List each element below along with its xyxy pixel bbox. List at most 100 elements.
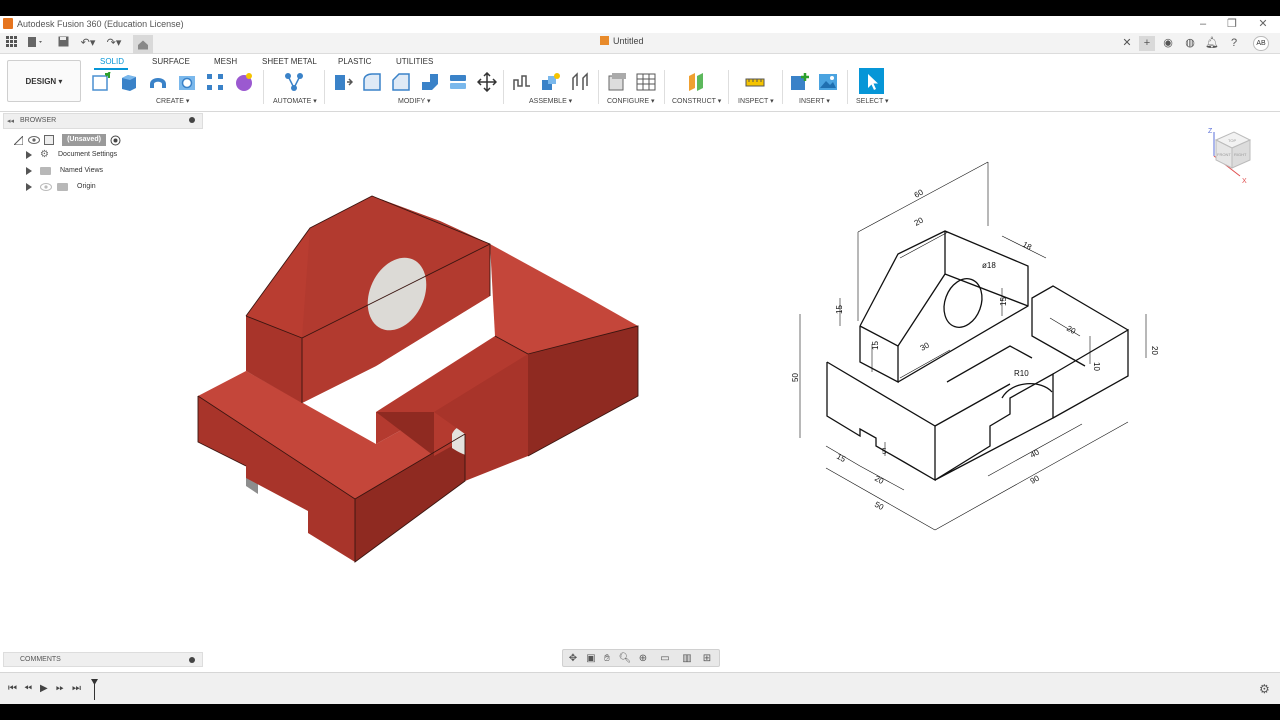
viewports-icon[interactable]: ⊞ — [699, 653, 715, 664]
pan-icon[interactable]: ✋︎ — [599, 653, 615, 664]
drawing-hole — [943, 278, 983, 328]
construct-group-label[interactable]: CONSTRUCT ▾ — [672, 97, 721, 105]
automate-group-label[interactable]: AUTOMATE ▾ — [273, 97, 317, 105]
dim-label: 30 — [919, 340, 932, 352]
orbit-icon[interactable]: ✥ — [565, 653, 581, 664]
configure-group-label[interactable]: CONFIGURE ▾ — [607, 97, 654, 105]
home-tab[interactable] — [133, 35, 153, 54]
select-tool-button[interactable] — [859, 68, 884, 94]
offset-plane-icon[interactable] — [686, 72, 706, 92]
quick-access-bar: ↶▾ ↷▾ Untitled ✕ + ◉ ◍ 🔔︎ ? AB — [0, 33, 1280, 54]
combine-icon[interactable] — [448, 72, 468, 92]
timeline-start-icon[interactable]: ⏮︎ — [8, 683, 17, 694]
fillet-icon[interactable] — [362, 72, 382, 92]
collapse-browser-icon[interactable]: ◂◂ — [7, 117, 14, 125]
select-group-label[interactable]: SELECT ▾ — [856, 97, 889, 105]
workspace-switcher-button[interactable]: DESIGN ▾ — [7, 60, 81, 102]
as-built-joint-icon[interactable] — [570, 72, 590, 92]
activate-radio-icon[interactable] — [110, 135, 121, 146]
inspect-group-label[interactable]: INSPECT ▾ — [738, 97, 774, 105]
browser-item-named-views[interactable]: Named Views — [24, 164, 194, 178]
close-tab-icon[interactable]: ✕ — [1120, 36, 1134, 51]
visibility-eye-icon[interactable] — [28, 136, 40, 144]
notifications-icon[interactable]: 🔔︎ — [1205, 36, 1219, 51]
timeline-play-icon[interactable]: ▶ — [40, 683, 48, 694]
browser-panel-header[interactable]: ◂◂ BROWSER — [3, 113, 203, 129]
extensions-icon[interactable]: ◉ — [1161, 36, 1175, 51]
press-pull-icon[interactable] — [333, 72, 353, 92]
expand-triangle-icon[interactable] — [26, 151, 32, 159]
modify-group-label[interactable]: MODIFY ▾ — [398, 97, 431, 105]
restore-icon[interactable]: ❐ — [1225, 17, 1239, 31]
root-component-label[interactable]: (Unsaved) — [62, 134, 106, 146]
redo-icon[interactable]: ↷▾ — [104, 36, 124, 51]
tab-utilities[interactable]: UTILITIES — [396, 57, 433, 66]
timeline-settings-gear-icon[interactable]: ⚙ — [1259, 682, 1270, 696]
browser-item-origin[interactable]: Origin — [24, 180, 194, 194]
browser-pin-icon[interactable] — [189, 117, 195, 123]
expand-triangle-icon[interactable] — [26, 183, 32, 191]
create-group-label[interactable]: CREATE ▾ — [156, 97, 189, 105]
tab-solid[interactable]: SOLID — [100, 57, 124, 66]
expand-triangle-icon[interactable] — [14, 136, 23, 145]
active-tab-indicator — [94, 68, 128, 70]
automate-icon[interactable] — [284, 72, 304, 92]
new-component-icon[interactable] — [541, 72, 561, 92]
pattern-icon[interactable] — [205, 72, 225, 92]
app-grid-icon[interactable] — [4, 36, 18, 51]
job-status-icon[interactable]: ◍ — [1183, 36, 1197, 51]
tab-plastic[interactable]: PLASTIC — [338, 57, 371, 66]
hidden-eye-icon[interactable] — [40, 183, 52, 191]
dim-label: 50 — [791, 373, 800, 382]
file-menu-icon[interactable] — [26, 36, 46, 51]
document-tab[interactable]: Untitled — [600, 36, 644, 46]
grid-settings-icon[interactable]: ▥ — [679, 653, 695, 664]
configure-table-icon[interactable] — [636, 72, 656, 92]
tab-sheet-metal[interactable]: SHEET METAL — [262, 57, 317, 66]
display-settings-icon[interactable]: ▭ — [657, 653, 673, 664]
close-window-icon[interactable]: ✕ — [1256, 17, 1270, 31]
measure-icon[interactable] — [745, 72, 765, 92]
create-sketch-icon[interactable] — [91, 72, 111, 92]
help-icon[interactable]: ? — [1227, 36, 1241, 51]
save-icon[interactable] — [56, 36, 70, 51]
viewcube-right-label: RIGHT — [1234, 152, 1247, 157]
insert-group-label[interactable]: INSERT ▾ — [799, 97, 830, 105]
ribbon-separator — [263, 70, 264, 104]
comments-panel[interactable]: COMMENTS — [3, 652, 203, 667]
minimize-icon[interactable]: – — [1196, 17, 1210, 31]
insert-canvas-icon[interactable] — [818, 72, 838, 92]
timeline-end-icon[interactable]: ⏭︎ — [72, 683, 81, 694]
insert-derive-icon[interactable] — [790, 72, 810, 92]
change-parameters-icon[interactable] — [607, 72, 627, 92]
create-form-icon[interactable] — [234, 72, 254, 92]
ribbon-separator — [503, 70, 504, 104]
browser-item-document-settings[interactable]: ⚙ Document Settings — [24, 148, 194, 162]
hole-icon[interactable] — [177, 72, 197, 92]
red-3d-part-model[interactable] — [190, 166, 650, 566]
undo-icon[interactable]: ↶▾ — [78, 36, 98, 51]
move-copy-icon[interactable] — [477, 72, 497, 92]
extrude-icon[interactable] — [119, 72, 139, 92]
user-avatar[interactable]: AB — [1253, 36, 1269, 51]
timeline-step-back-icon[interactable]: ⏪︎ — [24, 683, 32, 694]
viewcube[interactable]: Z X TOP FRONT RIGHT — [1204, 122, 1264, 184]
tab-surface[interactable]: SURFACE — [152, 57, 190, 66]
shell-icon[interactable] — [420, 72, 440, 92]
tab-mesh[interactable]: MESH — [214, 57, 237, 66]
assemble-group-label[interactable]: ASSEMBLE ▾ — [529, 97, 572, 105]
revolve-icon[interactable] — [148, 72, 168, 92]
zoom-window-icon[interactable]: ⊕ — [635, 653, 651, 664]
chamfer-icon[interactable] — [391, 72, 411, 92]
expand-triangle-icon[interactable] — [26, 167, 32, 175]
zoom-icon[interactable]: 🔍︎ — [617, 653, 633, 664]
browser-root-row[interactable] — [12, 133, 202, 147]
new-tab-icon[interactable]: + — [1139, 36, 1155, 51]
joint-icon[interactable] — [512, 72, 532, 92]
look-at-icon[interactable]: ▣ — [583, 653, 599, 664]
timeline-marker-head[interactable] — [91, 679, 98, 685]
comments-add-icon[interactable] — [189, 657, 195, 663]
timeline-step-forward-icon[interactable]: ⏩︎ — [56, 683, 64, 694]
viewcube-axis-z: Z — [1208, 128, 1213, 135]
dim-label: 50 — [873, 500, 886, 512]
